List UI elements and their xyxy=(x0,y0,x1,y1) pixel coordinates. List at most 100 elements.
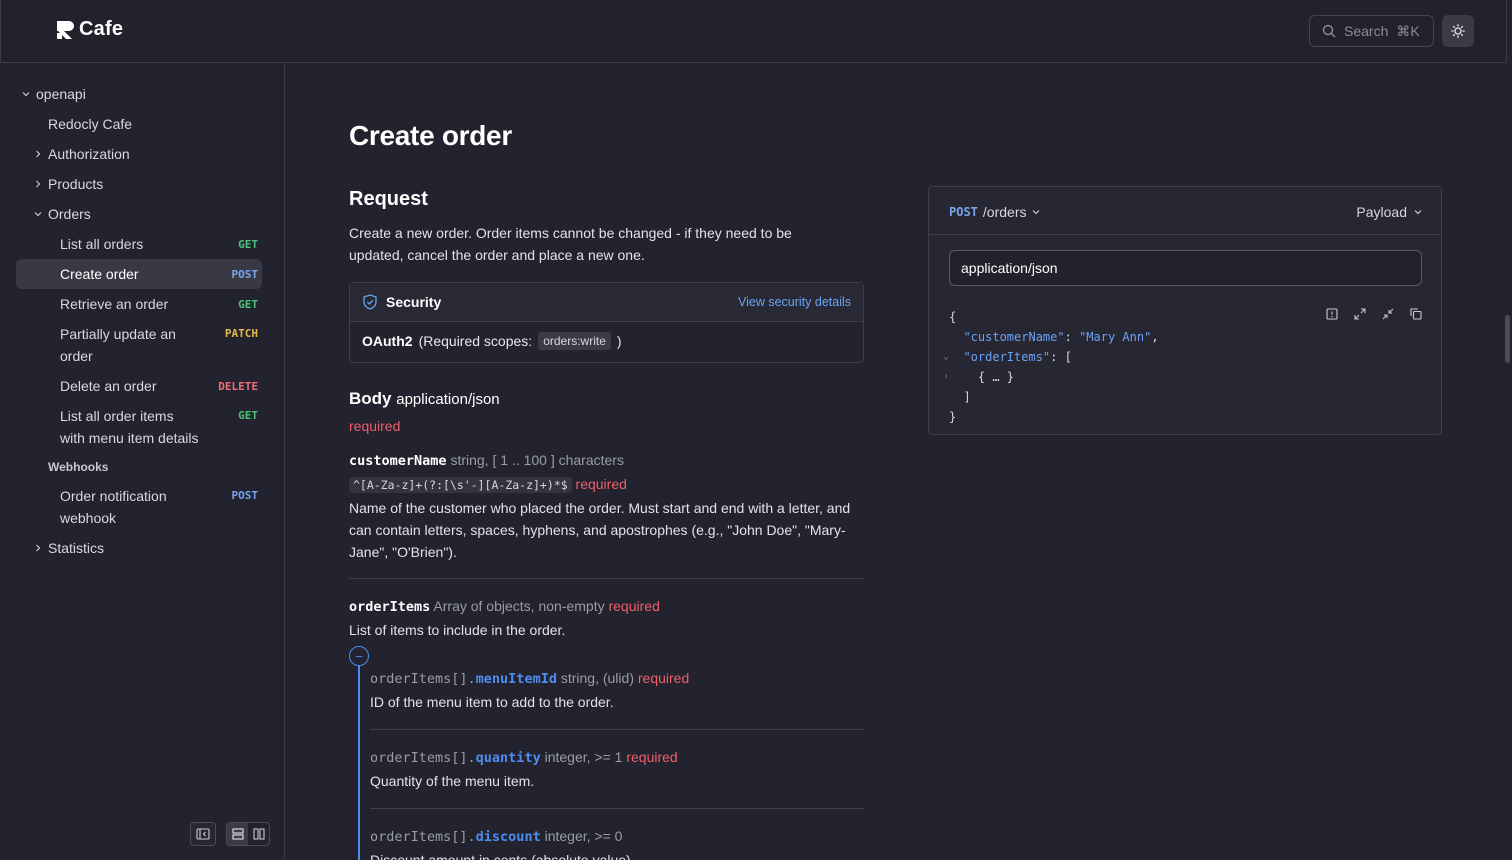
search-shortcut: ⌘K xyxy=(1396,22,1420,39)
sidebar-item-label: Create order xyxy=(60,266,139,282)
sidebar-item-openapi[interactable]: openapi xyxy=(16,79,262,109)
collapse-nested-button[interactable]: − xyxy=(349,646,369,666)
scopes-suffix: ) xyxy=(616,333,622,349)
method-badge: POST xyxy=(231,489,259,502)
sidebar-item-label: List all order items with menu item deta… xyxy=(60,408,199,446)
security-title: Security xyxy=(386,294,442,310)
payload-panel-header: POST /orders Payload xyxy=(929,187,1441,235)
payload-mode-label: Payload xyxy=(1356,204,1407,220)
body-content-type: application/json xyxy=(396,391,500,408)
sidebar-item-list-order-items[interactable]: List all order items with menu item deta… xyxy=(16,405,262,449)
subfield-type: integer, >= 0 xyxy=(544,828,623,844)
endpoint-selector[interactable]: POST /orders xyxy=(949,204,1041,220)
sidebar-item-statistics[interactable]: Statistics xyxy=(16,533,262,563)
search-box[interactable]: Search ⌘K xyxy=(1309,15,1434,47)
field-divider xyxy=(370,808,864,809)
security-header: Security View security details xyxy=(350,283,863,322)
method-badge: GET xyxy=(238,237,258,251)
subfield-name: discount xyxy=(475,829,541,845)
subfield-name: menuItemId xyxy=(475,671,557,687)
subfield-description: Discount amount in cents (absolute value… xyxy=(370,852,635,860)
sidebar-item-products[interactable]: Products xyxy=(16,169,262,199)
subfield-name: quantity xyxy=(475,750,541,766)
theme-toggle-button[interactable] xyxy=(1442,15,1474,47)
sidebar-item-label: Order notification webhook xyxy=(60,488,167,526)
subfield-menu-item-id: orderItems[].menuItemId string, (ulid) r… xyxy=(370,668,864,713)
brand-logo[interactable]: Cafe xyxy=(55,18,123,41)
field-required: required xyxy=(575,476,627,492)
sidebar-item-retrieve-order[interactable]: Retrieve an order GET xyxy=(16,289,262,319)
field-type: string, [ 1 .. 100 ] characters xyxy=(450,452,624,468)
chevron-down-icon xyxy=(34,212,42,217)
subfield-description: Quantity of the menu item. xyxy=(370,773,535,789)
code-line: ] xyxy=(963,390,971,404)
method-badge: DELETE xyxy=(218,379,258,393)
page-scrollbar[interactable] xyxy=(1505,315,1510,363)
chevron-down-icon xyxy=(1414,210,1422,215)
brand-name: Cafe xyxy=(79,18,124,40)
split-layout-button[interactable] xyxy=(248,823,269,845)
body-label: Body xyxy=(349,389,392,408)
sidebar-item-orders[interactable]: Orders xyxy=(16,199,262,229)
field-pattern: ^[A-Za-z]+(?:[\s'-][A-Za-z]+)*$ xyxy=(349,477,572,493)
view-security-details-link[interactable]: View security details xyxy=(738,295,851,309)
subfield-type: integer, >= 1 xyxy=(544,749,623,765)
request-heading: Request xyxy=(349,188,428,210)
copy-icon[interactable] xyxy=(1409,307,1423,321)
shield-icon xyxy=(363,294,377,310)
expand-all-icon[interactable] xyxy=(1353,307,1367,321)
field-order-items: orderItems Array of objects, non-empty r… xyxy=(349,596,864,641)
sidebar-item-order-notification-webhook[interactable]: Order notification webhook POST xyxy=(16,485,262,529)
subfield-required: required xyxy=(637,670,690,686)
code-line: "customerName": "Mary Ann", xyxy=(963,330,1159,344)
collapse-all-icon[interactable] xyxy=(1381,307,1395,321)
sidebar-item-label: Authorization xyxy=(48,146,130,162)
field-name: orderItems xyxy=(349,599,431,615)
sidebar-item-label: List all orders xyxy=(60,236,144,252)
code-key: "orderItems" xyxy=(963,350,1051,364)
scopes-prefix: (Required scopes: xyxy=(418,333,533,349)
security-scheme: OAuth2 xyxy=(362,333,413,349)
subfield-path: orderItems[].discount xyxy=(370,829,541,845)
sidebar-item-list-all-orders[interactable]: List all orders GET xyxy=(16,229,262,259)
collapsed-object[interactable]: { … } xyxy=(978,370,1014,384)
request-description: Create a new order. Order items cannot b… xyxy=(349,225,792,263)
fold-toggle[interactable]: › xyxy=(943,367,949,387)
search-icon xyxy=(1322,24,1336,38)
sidebar-item-label: Orders xyxy=(48,206,91,222)
layout-toggle-group xyxy=(226,822,270,846)
sidebar-item-label: openapi xyxy=(36,86,86,102)
subfield-quantity: orderItems[].quantity integer, >= 1 requ… xyxy=(370,747,864,792)
payload-panel: POST /orders Payload application/json { … xyxy=(928,186,1442,435)
subfield-path: orderItems[].quantity xyxy=(370,750,541,766)
field-description: Name of the customer who placed the orde… xyxy=(349,500,851,560)
collapse-sidebar-icon xyxy=(196,828,210,840)
cafe-logo-icon xyxy=(57,20,74,39)
code-toolbar xyxy=(1325,307,1423,321)
sidebar-item-create-order[interactable]: Create order POST xyxy=(16,259,262,289)
method-badge: GET xyxy=(238,409,258,422)
chevron-down-icon xyxy=(1033,210,1040,215)
content-type-select[interactable]: application/json xyxy=(949,250,1422,286)
collapse-sidebar-button[interactable] xyxy=(190,822,216,846)
stacked-layout-button[interactable] xyxy=(227,823,248,845)
fold-toggle[interactable]: ⌄ xyxy=(943,347,949,367)
info-icon[interactable] xyxy=(1325,307,1339,321)
body-heading: Body application/json xyxy=(349,389,500,409)
chevron-right-icon xyxy=(36,544,41,552)
chevron-right-icon xyxy=(36,150,41,158)
method-badge: PATCH xyxy=(224,327,258,340)
split-layout-icon xyxy=(252,828,265,840)
sidebar-item-redocly-cafe[interactable]: Redocly Cafe xyxy=(16,109,262,139)
payload-mode-selector[interactable]: Payload xyxy=(1356,204,1423,220)
view-toggles xyxy=(190,822,270,846)
sidebar-item-label: Statistics xyxy=(48,540,105,556)
field-required: required xyxy=(608,598,660,614)
sidebar: openapi Redocly Cafe Authorization Produ… xyxy=(0,63,285,860)
sidebar-item-delete-order[interactable]: Delete an order DELETE xyxy=(16,371,262,401)
sidebar-item-label: Retrieve an order xyxy=(60,296,169,312)
sidebar-item-partially-update-order[interactable]: Partially update an order PATCH xyxy=(16,323,262,367)
payload-code-block: { "customerName": "Mary Ann", ⌄ "orderIt… xyxy=(943,307,1159,427)
sidebar-item-authorization[interactable]: Authorization xyxy=(16,139,262,169)
field-name: customerName xyxy=(349,453,447,469)
